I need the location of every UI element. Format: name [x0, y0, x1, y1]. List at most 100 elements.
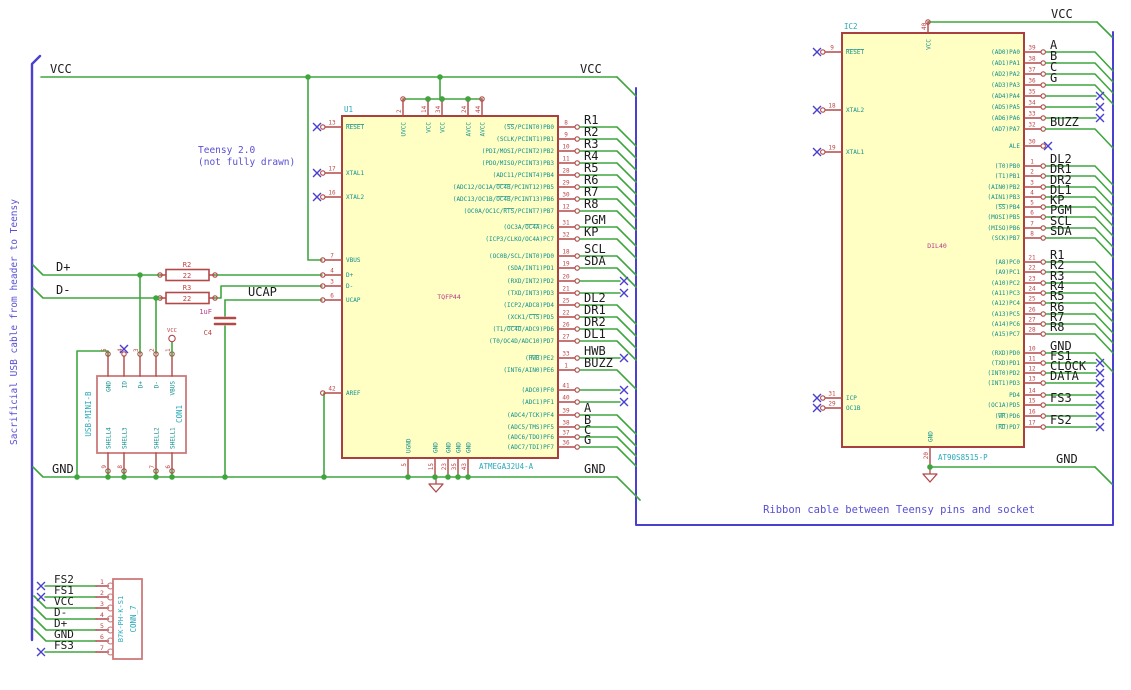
- pin-name: UVCC: [401, 122, 408, 137]
- pin-name: (ADC6/TDO)PF6: [507, 434, 554, 441]
- pin-name: (AD5)PA5: [991, 104, 1020, 111]
- pin-name: (AD3)PA3: [991, 82, 1020, 89]
- pin-number: 32: [562, 232, 570, 239]
- pin-name: D+: [346, 272, 354, 279]
- pin-name: (SDA/INT1)PD1: [507, 265, 554, 272]
- pin-number: 2: [100, 589, 104, 597]
- pin-name: (A9)PC1: [995, 269, 1021, 276]
- net-label-FS3[interactable]: FS3: [1050, 391, 1072, 405]
- ic-footprint: DIL40: [927, 242, 947, 250]
- net-label-GND[interactable]: GND: [52, 462, 74, 476]
- net-label-BUZZ[interactable]: BUZZ: [584, 356, 613, 370]
- pin-name: (ADC1)PF1: [521, 399, 554, 406]
- resistor-reference: R3: [183, 284, 191, 292]
- net-label-D-[interactable]: D-: [56, 283, 70, 297]
- wire[interactable]: [1045, 128, 1114, 149]
- net-label-D+[interactable]: D+: [56, 260, 70, 274]
- pin-number: 23: [1028, 276, 1036, 283]
- pin-name: (AIN1)PB3: [987, 194, 1020, 201]
- resistor-value: 22: [183, 272, 191, 280]
- net-label-KP[interactable]: KP: [584, 225, 598, 239]
- wire[interactable]: [32, 287, 162, 299]
- pin-number: 33: [562, 351, 570, 358]
- pin-name: SHELL4: [106, 427, 113, 449]
- pin-name: (A11)PC3: [991, 290, 1020, 297]
- pin-name: (ADC11/PCINT4)PB4: [493, 172, 555, 179]
- pin-name: (AD0)PA0: [991, 49, 1020, 56]
- pin-number: 7: [149, 465, 156, 469]
- pin-number: 38: [562, 420, 570, 427]
- net-label-G[interactable]: G: [1050, 71, 1057, 85]
- pin-number: 29: [828, 401, 836, 408]
- pin-number: 5: [401, 463, 408, 467]
- junction-dot: [455, 474, 461, 480]
- junction-dot: [222, 474, 228, 480]
- net-label-FS2[interactable]: FS2: [1050, 413, 1072, 427]
- wire[interactable]: [1094, 466, 1113, 485]
- pin-number: 4: [100, 611, 104, 619]
- pin-number: 26: [1028, 307, 1036, 314]
- pin-name: OC1B: [846, 405, 861, 412]
- pin-number: 36: [1028, 78, 1036, 85]
- net-label-R8[interactable]: R8: [1050, 320, 1064, 334]
- pin-number: 13: [328, 120, 336, 127]
- junction-dot: [321, 474, 327, 480]
- pin-number: 27: [562, 334, 570, 341]
- pin-name: (HWB)PE2: [525, 355, 554, 362]
- net-label-SDA[interactable]: SDA: [1050, 224, 1072, 238]
- schematic-canvas: Sacrificial USB cable from header to Tee…: [0, 0, 1131, 690]
- net-label-BUZZ[interactable]: BUZZ: [1050, 115, 1079, 129]
- pin-number: 27: [1028, 317, 1036, 324]
- net-label-VCC[interactable]: VCC: [1051, 7, 1073, 21]
- pin-number: 30: [1028, 139, 1036, 146]
- pin-number: 1: [165, 348, 172, 352]
- pin-number: 22: [1028, 265, 1036, 272]
- pin-number: 25: [1028, 296, 1036, 303]
- net-label-G[interactable]: G: [584, 433, 591, 447]
- ic-body-u1[interactable]: [341, 115, 559, 459]
- resistor-value: 22: [183, 295, 191, 303]
- pin-name: PD4: [1009, 392, 1020, 399]
- ic-reference[interactable]: IC2: [844, 22, 858, 31]
- pin-number: 17: [328, 166, 336, 173]
- pin-number: 8: [564, 120, 568, 127]
- net-label-UCAP[interactable]: UCAP: [248, 285, 277, 299]
- net-label-VCC[interactable]: VCC: [50, 62, 72, 76]
- pin-name: (T0/OC4D/ADC10)PD7: [489, 338, 554, 345]
- net-label-VCC[interactable]: VCC: [580, 62, 602, 76]
- wire[interactable]: [1045, 84, 1114, 105]
- pin-number: 37: [562, 430, 570, 437]
- net-label-R8[interactable]: R8: [584, 197, 598, 211]
- net-label-FS3[interactable]: FS3: [54, 639, 74, 652]
- pin-number: 2: [1030, 169, 1034, 176]
- pin-name: (SCLK/PCINT1)PB1: [496, 136, 554, 143]
- pin-number: 1: [1030, 159, 1034, 166]
- pin-number: 36: [562, 440, 570, 447]
- pin-name: (TXD/INT3)PD3: [507, 290, 554, 297]
- wire[interactable]: [616, 76, 637, 97]
- net-label-SDA[interactable]: SDA: [584, 254, 606, 268]
- net-label-DATA[interactable]: DATA: [1050, 369, 1080, 383]
- pin-number: 41: [562, 383, 570, 390]
- pin-name: AVCC: [466, 122, 473, 137]
- pin-name: VBUS: [346, 257, 361, 264]
- pin-name: (RXD/INT2)PD2: [507, 278, 554, 285]
- pin-number: 21: [562, 286, 570, 293]
- net-label-GND[interactable]: GND: [584, 462, 606, 476]
- pin-number: 3: [1030, 180, 1034, 187]
- pin-name: (ADC7/TDI)PF7: [507, 444, 554, 451]
- pin-number: 5: [101, 348, 108, 352]
- pin-name: (INT1)PD3: [987, 380, 1020, 387]
- ic-reference[interactable]: U1: [344, 105, 353, 114]
- wire[interactable]: [1096, 21, 1113, 38]
- pin-number: 40: [921, 22, 928, 30]
- pin-name: SHELL3: [122, 427, 129, 449]
- pin-name: (ICP3/CLKO/OC4A)PC7: [485, 236, 554, 243]
- wire[interactable]: [307, 76, 323, 261]
- net-label-GND[interactable]: GND: [1056, 452, 1078, 466]
- junction-dot: [465, 474, 471, 480]
- pin-name: (OC3A/OC4A)PC6: [503, 224, 554, 231]
- pin-name: GND: [466, 442, 473, 453]
- pin-number: 16: [328, 190, 336, 197]
- net-label-DL1[interactable]: DL1: [584, 327, 606, 341]
